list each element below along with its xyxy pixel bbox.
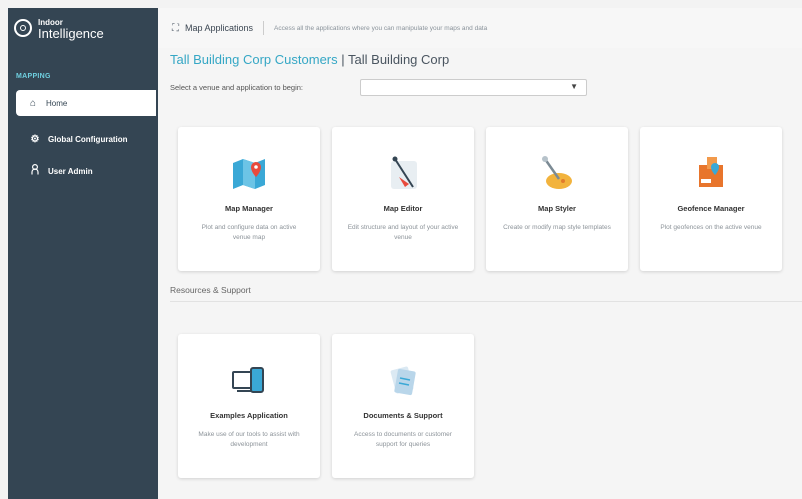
- geofence-icon: [699, 157, 723, 187]
- sidebar-section-title: MAPPING: [16, 73, 51, 80]
- app-card-title: Map Editor: [383, 204, 423, 213]
- map-manager-icon: [233, 159, 265, 189]
- map-styler-icon: [542, 156, 572, 189]
- venue-select[interactable]: ▼: [360, 79, 587, 96]
- map-editor-icon: [391, 156, 417, 189]
- venue-select-label: Select a venue and application to begin:: [170, 83, 304, 92]
- devices-icon: [232, 367, 264, 393]
- sidebar-item-global-configuration[interactable]: ⚙ Global Configuration: [8, 126, 158, 152]
- breadcrumb-customer[interactable]: Tall Building Corp Customers: [170, 52, 338, 67]
- gear-icon: ⚙: [30, 133, 40, 145]
- divider: [170, 301, 802, 302]
- resource-card-examples-application[interactable]: Examples Application Make use of our too…: [178, 334, 320, 478]
- page-description: Access all the applications where you ca…: [274, 24, 488, 32]
- app-card-map-styler[interactable]: Map Styler Create or modify map style te…: [486, 127, 628, 271]
- location-pin-icon: [14, 19, 32, 37]
- app-card-description: Edit structure and layout of your active…: [347, 224, 459, 241]
- sidebar-item-home[interactable]: ⌂ Home: [16, 90, 156, 116]
- resource-card-description: Make use of our tools to assist with dev…: [198, 431, 300, 448]
- app-card-map-editor[interactable]: Map Editor Edit structure and layout of …: [332, 127, 474, 271]
- chevron-down-icon: ▼: [570, 82, 578, 91]
- resource-card-documents-support[interactable]: Documents & Support Access to documents …: [332, 334, 474, 478]
- app-card-title: Map Manager: [225, 204, 273, 213]
- resource-card-description: Access to documents or customer support …: [354, 431, 452, 448]
- breadcrumb: Tall Building Corp Customers | Tall Buil…: [170, 52, 449, 67]
- user-icon: [28, 163, 42, 178]
- resource-card-title: Examples Application: [210, 411, 288, 420]
- top-bar: ⛶ Map Applications Access all the applic…: [158, 8, 802, 48]
- resources-section-title: Resources & Support: [170, 285, 251, 295]
- brand-logo[interactable]: Indoor Intelligence: [8, 8, 158, 48]
- app-card-geofence-manager[interactable]: Geofence Manager Plot geofences on the a…: [640, 127, 782, 271]
- sidebar-item-label: Home: [46, 98, 68, 108]
- sidebar: Indoor Intelligence MAPPING ⌂ Home ⚙ Glo…: [8, 8, 158, 499]
- map-apps-icon: ⛶: [172, 22, 179, 34]
- app-card-map-manager[interactable]: Map Manager Plot and configure data on a…: [178, 127, 320, 271]
- app-card-description: Create or modify map style templates: [503, 224, 611, 231]
- brand-line2: Intelligence: [38, 26, 104, 41]
- sidebar-item-user-admin[interactable]: User Admin: [8, 158, 158, 184]
- page-title: Map Applications: [185, 23, 254, 33]
- sidebar-item-label: Global Configuration: [48, 134, 128, 144]
- breadcrumb-org: Tall Building Corp: [348, 52, 450, 67]
- app-card-title: Map Styler: [538, 204, 576, 213]
- divider: [263, 21, 265, 35]
- documents-icon: [390, 366, 416, 396]
- app-card-description: Plot and configure data on active venue …: [201, 224, 297, 241]
- app-card-description: Plot geofences on the active venue: [660, 224, 762, 231]
- breadcrumb-separator: |: [341, 52, 345, 67]
- home-icon: ⌂: [29, 97, 37, 109]
- app-card-title: Geofence Manager: [677, 204, 745, 213]
- resource-card-title: Documents & Support: [363, 411, 443, 420]
- sidebar-item-label: User Admin: [48, 166, 93, 176]
